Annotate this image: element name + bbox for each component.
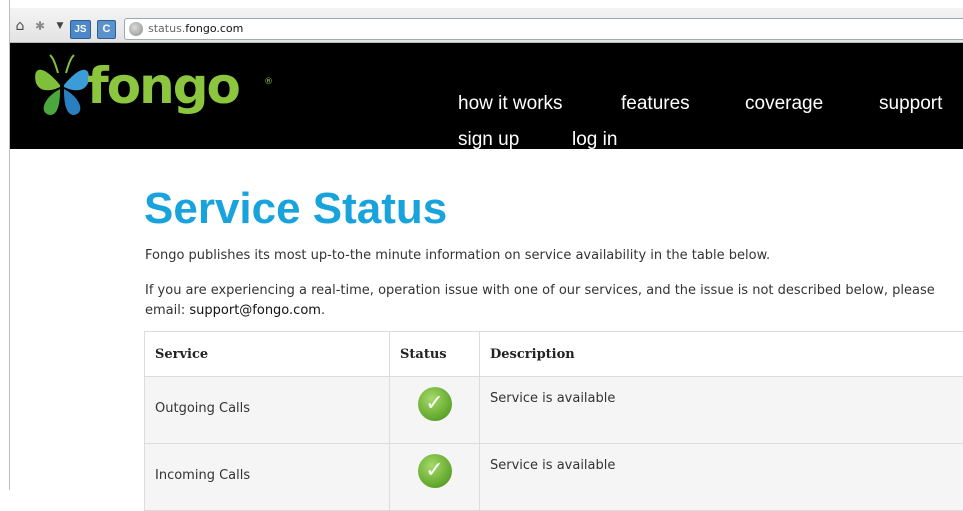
description-cell: Service is available	[480, 377, 963, 444]
service-name: Incoming Calls	[145, 444, 389, 483]
status-cell: ✓	[390, 377, 480, 444]
url-text[interactable]: status.fongo.com	[148, 22, 243, 35]
fongo-logo[interactable]: fongo ®	[32, 53, 272, 123]
header-service: Service	[145, 332, 390, 377]
status-cell: ✓	[390, 444, 480, 511]
site-header: fongo ® how it works features coverage s…	[10, 43, 963, 149]
check-icon: ✓	[418, 387, 452, 421]
butterfly-icon	[32, 53, 92, 123]
check-icon: ✓	[418, 454, 452, 488]
table-row: Incoming Calls ✓ Service is available	[145, 444, 963, 511]
bug-icon[interactable]: ✱	[32, 18, 48, 34]
nav-coverage[interactable]: coverage	[745, 93, 823, 115]
js-button[interactable]: JS	[70, 20, 91, 39]
service-description: Service is available	[480, 444, 963, 473]
nav-log-in[interactable]: log in	[572, 129, 617, 151]
logo-text: fongo	[87, 57, 239, 115]
service-name: Outgoing Calls	[145, 377, 389, 416]
nav-features[interactable]: features	[621, 93, 690, 115]
home-icon[interactable]: ⌂	[12, 18, 28, 34]
registered-mark: ®	[264, 77, 273, 87]
service-status-table: Service Status Description Outgoing Call…	[144, 331, 963, 511]
service-cell: Outgoing Calls	[145, 377, 390, 444]
table-row: Outgoing Calls ✓ Service is available	[145, 377, 963, 444]
address-bar[interactable]: status.fongo.com	[124, 18, 963, 40]
issue-text: If you are experiencing a real-time, ope…	[145, 281, 935, 321]
table-header-row: Service Status Description	[145, 332, 963, 377]
window-left-border	[0, 0, 10, 490]
intro-text: Fongo publishes its most up-to-the minut…	[145, 246, 935, 266]
c-button[interactable]: C	[97, 20, 116, 39]
window-top-border	[0, 0, 963, 8]
description-cell: Service is available	[480, 444, 963, 511]
service-cell: Incoming Calls	[145, 444, 390, 511]
support-email-link[interactable]: support@fongo.com	[189, 303, 321, 318]
globe-icon	[129, 22, 143, 36]
browser-toolbar: ⌂ ✱ ▼ JS C status.fongo.com	[10, 8, 963, 43]
nav-how-it-works[interactable]: how it works	[458, 93, 563, 115]
page-title: Service Status	[144, 184, 447, 234]
nav-support[interactable]: support	[879, 93, 942, 115]
header-status: Status	[390, 332, 480, 377]
service-description: Service is available	[480, 377, 963, 406]
chevron-down-icon[interactable]: ▼	[52, 18, 68, 34]
header-description: Description	[480, 332, 963, 377]
nav-sign-up[interactable]: sign up	[458, 129, 519, 151]
issue-text-suffix: .	[321, 303, 325, 318]
